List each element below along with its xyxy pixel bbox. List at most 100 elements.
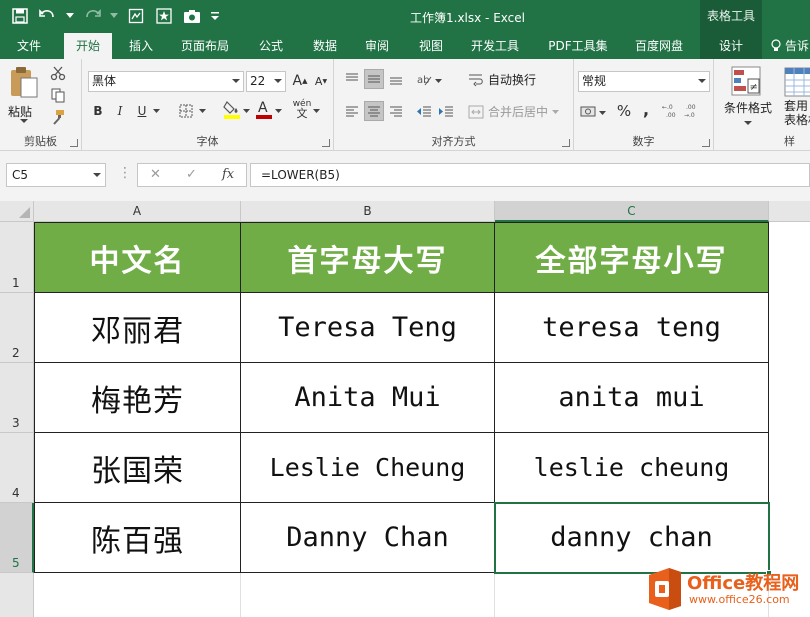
align-top-icon[interactable] (342, 69, 362, 89)
row-header-1[interactable]: 1 (0, 222, 34, 293)
decrease-indent-icon[interactable] (414, 101, 434, 121)
copy-icon[interactable] (48, 85, 68, 105)
font-launcher-icon[interactable] (322, 139, 330, 147)
camera-icon[interactable] (182, 6, 202, 26)
enter-icon[interactable]: ✓ (186, 167, 197, 182)
table-cell-proper[interactable]: Danny Chan (241, 503, 495, 573)
table-cell-name[interactable]: 张国荣 (35, 433, 241, 503)
align-right-icon[interactable] (386, 101, 406, 121)
cut-icon[interactable] (48, 63, 68, 83)
orientation-icon[interactable]: ab (414, 69, 434, 89)
grow-font-button[interactable]: A ▲ (290, 71, 310, 91)
font-color-dropdown-icon[interactable] (274, 101, 282, 121)
format-as-table-button[interactable]: 套用 表格格 (778, 63, 810, 129)
tab-developer[interactable]: 开发工具 (462, 33, 528, 59)
table-cell-name[interactable]: 邓丽君 (35, 293, 241, 363)
accounting-format-icon[interactable] (578, 101, 598, 121)
phonetic-dropdown-icon[interactable] (312, 101, 320, 121)
name-box[interactable]: C5 (6, 163, 106, 187)
table-cell-lower[interactable]: teresa teng (495, 293, 769, 363)
borders-dropdown-icon[interactable] (198, 101, 206, 121)
paste-button[interactable]: 粘贴 (6, 65, 42, 125)
tab-baidu-netdisk[interactable]: 百度网盘 (626, 33, 692, 59)
tab-view[interactable]: 视图 (408, 33, 454, 59)
format-painter-icon[interactable] (48, 107, 68, 127)
borders-icon[interactable] (176, 101, 196, 121)
column-header-b[interactable]: B (241, 201, 495, 222)
tab-home[interactable]: 开始 (64, 33, 112, 59)
decrease-decimal-icon[interactable]: .00 →.0 (684, 101, 704, 121)
table-cell-proper[interactable]: Anita Mui (241, 363, 495, 433)
number-format-select[interactable]: 常规 (578, 71, 710, 92)
undo-icon[interactable] (38, 6, 58, 26)
formula-bar-resize-handle[interactable]: ⋮ (118, 165, 132, 181)
comma-style-icon[interactable]: , (636, 99, 656, 119)
shrink-font-button[interactable]: A ▼ (311, 71, 331, 91)
tab-design[interactable]: 设计 (700, 33, 762, 59)
tab-file[interactable]: 文件 (6, 33, 52, 59)
orientation-dropdown-icon[interactable] (434, 71, 442, 91)
tab-data[interactable]: 数据 (302, 33, 348, 59)
underline-dropdown-icon[interactable] (152, 101, 160, 121)
redo-dropdown-icon[interactable] (110, 6, 118, 26)
table-cell-lower[interactable]: leslie cheung (495, 433, 769, 503)
column-header-c[interactable]: C (495, 201, 769, 222)
bold-button[interactable]: B (88, 101, 108, 121)
column-header-a[interactable]: A (34, 201, 241, 222)
fill-color-dropdown-icon[interactable] (242, 101, 250, 121)
row-header-3[interactable]: 3 (0, 363, 34, 433)
undo-dropdown-icon[interactable] (66, 6, 74, 26)
table-cell-name[interactable]: 梅艳芳 (35, 363, 241, 433)
phonetic-guide-button[interactable]: wén 文 (292, 99, 312, 120)
wrap-text-button[interactable]: 自动换行 (468, 71, 536, 88)
cancel-icon[interactable]: ✕ (150, 167, 161, 182)
align-bottom-icon[interactable] (386, 69, 406, 89)
tab-pdf-tools[interactable]: PDF工具集 (538, 33, 618, 59)
customize-qat-icon[interactable] (210, 6, 220, 26)
align-center-icon[interactable] (364, 101, 384, 121)
font-name-select[interactable]: 黑体 (88, 71, 244, 92)
conditional-formatting-button[interactable]: ≠ 条件格式 (718, 63, 774, 129)
table-cell-name[interactable]: 陈百强 (35, 503, 241, 573)
paste-dropdown-icon[interactable] (20, 119, 28, 123)
clipboard-launcher-icon[interactable] (70, 139, 78, 147)
screenshot-icon[interactable] (126, 6, 146, 26)
tab-page-layout[interactable]: 页面布局 (172, 33, 238, 59)
save-icon[interactable] (10, 6, 30, 26)
table-cell-lower[interactable]: anita mui (495, 363, 769, 433)
tab-formulas[interactable]: 公式 (248, 33, 294, 59)
table-header-cell[interactable]: 全部字母小写 (495, 223, 769, 293)
align-middle-icon[interactable] (364, 69, 384, 89)
fill-color-icon[interactable] (222, 99, 242, 119)
accounting-dropdown-icon[interactable] (598, 103, 606, 123)
font-color-icon[interactable]: A (254, 99, 274, 119)
star-icon[interactable] (154, 6, 174, 26)
font-size-select[interactable]: 22 (246, 71, 286, 92)
percent-style-icon[interactable]: % (614, 101, 634, 121)
row-header-4[interactable]: 4 (0, 433, 34, 503)
row-header-6[interactable] (0, 573, 34, 617)
tell-me-search[interactable]: 告诉 (770, 33, 810, 59)
table-header-cell[interactable]: 中文名 (35, 223, 241, 293)
table-header-cell[interactable]: 首字母大写 (241, 223, 495, 293)
number-launcher-icon[interactable] (702, 139, 710, 147)
row-header-5[interactable]: 5 (0, 503, 34, 573)
table-cell-proper[interactable]: Teresa Teng (241, 293, 495, 363)
table-cell-lower[interactable]: danny chan (495, 503, 769, 573)
tab-insert[interactable]: 插入 (118, 33, 164, 59)
increase-indent-icon[interactable] (436, 101, 456, 121)
formula-input[interactable]: =LOWER(B5) (250, 163, 810, 187)
alignment-launcher-icon[interactable] (562, 139, 570, 147)
redo-icon[interactable] (82, 6, 102, 26)
column-header-d[interactable] (769, 201, 810, 222)
merge-center-button[interactable]: 合并后居中 (468, 103, 560, 120)
italic-button[interactable]: I (110, 101, 130, 121)
table-cell-proper[interactable]: Leslie Cheung (241, 433, 495, 503)
underline-button[interactable]: U (132, 101, 152, 121)
insert-function-icon[interactable]: fx (222, 167, 234, 182)
increase-decimal-icon[interactable]: ←.0.00 (662, 101, 682, 121)
row-header-2[interactable]: 2 (0, 293, 34, 363)
align-left-icon[interactable] (342, 101, 362, 121)
tab-review[interactable]: 审阅 (354, 33, 400, 59)
select-all-button[interactable] (0, 201, 34, 222)
